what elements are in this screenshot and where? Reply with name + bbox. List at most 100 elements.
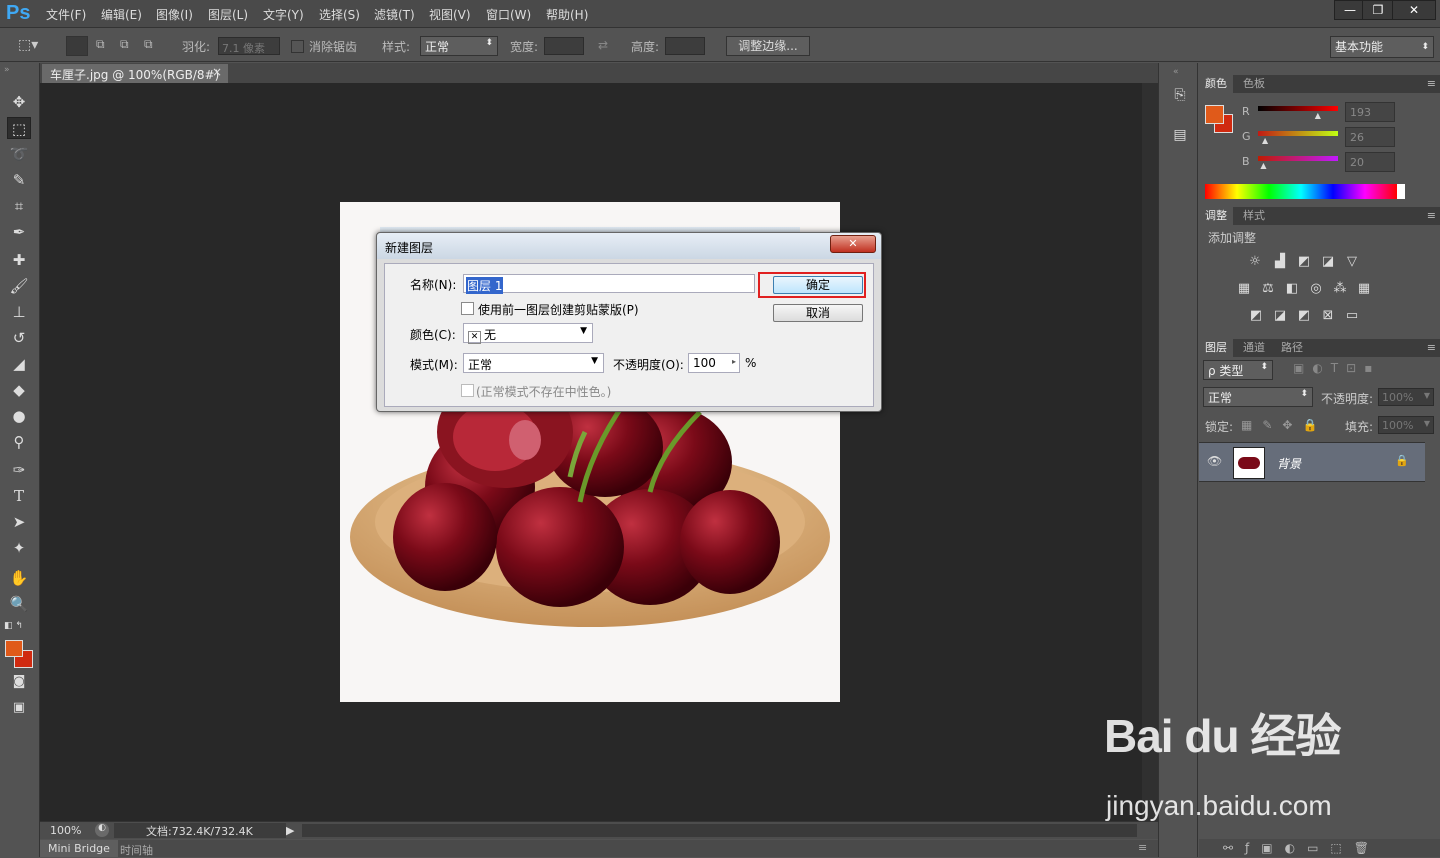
eraser-tool-icon[interactable]: ◢ [7, 353, 31, 375]
mode-select[interactable]: 正常 ▼ [463, 353, 604, 373]
menu-file[interactable]: 文件(F) [46, 6, 86, 23]
g-value-input[interactable]: 26 [1345, 127, 1395, 147]
restore-button[interactable]: ❐ [1362, 0, 1394, 20]
brush-tool-icon[interactable]: 🖌 [7, 275, 31, 297]
status-menu-icon[interactable]: ▶ [286, 824, 294, 837]
layer-kind-filter[interactable]: ρ 类型 ⬍ [1203, 360, 1273, 380]
brightness-icon[interactable]: ☼ [1246, 253, 1264, 271]
menu-select[interactable]: 选择(S) [319, 6, 360, 23]
blur-tool-icon[interactable]: ● [7, 405, 31, 427]
layer-row-background[interactable]: 👁 背景 🔒 [1199, 442, 1425, 482]
lock-icons[interactable]: ▦✎✥🔒 [1241, 418, 1327, 432]
history-panel-icon[interactable]: ⎘ [1169, 87, 1191, 109]
layers-bottom-toolbar[interactable]: ⚯ƒ▣◐▭⬚🗑 [1199, 839, 1440, 857]
height-input[interactable] [665, 37, 705, 55]
levels-icon[interactable]: ▟ [1271, 253, 1289, 271]
dialog-close-button[interactable]: ✕ [830, 235, 876, 253]
timeline-tab[interactable]: 时间轴 [120, 842, 153, 858]
color-balance-icon[interactable]: ⚖ [1259, 280, 1277, 298]
clip-mask-checkbox[interactable] [461, 302, 474, 315]
pen-tool-icon[interactable]: ✑ [7, 459, 31, 481]
gradient-map-icon[interactable]: ▭ [1343, 307, 1361, 325]
style-select[interactable]: 正常 ⬍ [420, 36, 498, 56]
stamp-tool-icon[interactable]: ⊥ [7, 301, 31, 323]
hue-saturation-icon[interactable]: ▦ [1235, 280, 1253, 298]
blend-mode-select[interactable]: 正常 ⬍ [1203, 387, 1313, 407]
cancel-button[interactable]: 取消 [773, 304, 863, 322]
exposure-icon[interactable]: ◪ [1319, 253, 1337, 271]
tab-adjustments[interactable]: 调整 [1199, 207, 1233, 225]
width-input[interactable] [544, 37, 584, 55]
menu-filter[interactable]: 滤镜(T) [374, 6, 415, 23]
path-select-icon[interactable]: ➤ [7, 511, 31, 533]
curves-icon[interactable]: ◩ [1295, 253, 1313, 271]
add-selection-icon[interactable]: ⧉ [96, 37, 105, 52]
type-tool-icon[interactable]: T [7, 485, 31, 507]
g-slider-thumb[interactable]: ▲ [1262, 136, 1268, 145]
horizontal-scrollbar[interactable] [302, 824, 1137, 837]
default-colors-icon[interactable]: ◧ ↰ [4, 621, 23, 631]
b-slider[interactable] [1258, 156, 1338, 161]
r-value-input[interactable]: 193 [1345, 102, 1395, 122]
quick-mask-icon[interactable]: ◙ [7, 671, 31, 693]
marquee-preset-icon[interactable]: ⬚▾ [18, 37, 46, 55]
photo-filter-icon[interactable]: ◎ [1307, 280, 1325, 298]
status-icon[interactable]: ◐ [95, 823, 109, 837]
g-slider[interactable] [1258, 131, 1338, 136]
vibrance-icon[interactable]: ▽ [1343, 253, 1361, 271]
menu-layer[interactable]: 图层(L) [208, 6, 248, 23]
color-panel-menu-icon[interactable]: ≡ [1427, 77, 1436, 90]
tab-swatches[interactable]: 色板 [1237, 75, 1271, 93]
color-select[interactable]: ✕ 无 ▼ [463, 323, 593, 344]
channel-mixer-icon[interactable]: ⁂ [1331, 280, 1349, 298]
name-input[interactable]: 图层 1 [463, 274, 755, 294]
b-value-input[interactable]: 20 [1345, 152, 1395, 172]
close-tab-icon[interactable]: × [212, 65, 222, 79]
selective-color-icon[interactable]: ⊠ [1319, 307, 1337, 325]
menu-image[interactable]: 图像(I) [156, 6, 193, 23]
mini-bridge-tab[interactable]: Mini Bridge [40, 840, 118, 857]
posterize-icon[interactable]: ◪ [1271, 307, 1289, 325]
panel-menu-icon[interactable]: ≡ [1138, 841, 1147, 854]
shape-tool-icon[interactable]: ✦ [7, 537, 31, 559]
color-lookup-icon[interactable]: ▦ [1355, 280, 1373, 298]
swap-icon[interactable]: ⇄ [598, 38, 608, 52]
properties-panel-icon[interactable]: ▤ [1169, 127, 1191, 149]
intersect-selection-icon[interactable]: ⧉ [144, 37, 153, 52]
canvas-area[interactable] [40, 83, 1142, 821]
layer-filter-icons[interactable]: ▣◐T⊡▪ [1293, 361, 1380, 375]
marquee-tool-icon[interactable]: ⬚ [7, 117, 31, 139]
fg-color-swatch[interactable] [1205, 105, 1224, 124]
foreground-swatch[interactable] [5, 640, 23, 657]
threshold-icon[interactable]: ◩ [1295, 307, 1313, 325]
history-brush-icon[interactable]: ↺ [7, 327, 31, 349]
r-slider[interactable] [1258, 106, 1338, 111]
ok-button[interactable]: 确定 [773, 276, 863, 294]
adjust-panel-menu-icon[interactable]: ≡ [1427, 209, 1436, 222]
dodge-tool-icon[interactable]: ⚲ [7, 431, 31, 453]
quick-select-tool-icon[interactable]: ✎ [7, 169, 31, 191]
hand-tool-icon[interactable]: ✋ [7, 567, 31, 589]
menu-edit[interactable]: 编辑(E) [101, 6, 142, 23]
screen-mode-icon[interactable]: ▣ [7, 697, 31, 719]
layer-name[interactable]: 背景 [1277, 455, 1301, 472]
move-tool-icon[interactable]: ✥ [7, 91, 31, 113]
dialog-opacity-input[interactable]: 100 ▸ [688, 353, 740, 373]
antialias-checkbox[interactable] [291, 40, 304, 53]
layer-opacity-input[interactable]: 100% ▼ [1378, 388, 1434, 406]
tab-channels[interactable]: 通道 [1237, 339, 1271, 357]
tab-paths[interactable]: 路径 [1275, 339, 1309, 357]
invert-icon[interactable]: ◩ [1247, 307, 1265, 325]
workspace-select[interactable]: 基本功能 ⬍ [1330, 36, 1434, 58]
tab-color[interactable]: 颜色 [1199, 75, 1233, 93]
fill-input[interactable]: 100% ▼ [1378, 416, 1434, 434]
crop-tool-icon[interactable]: ⌗ [7, 195, 31, 217]
menu-type[interactable]: 文字(Y) [263, 6, 304, 23]
eyedropper-tool-icon[interactable]: ✒ [7, 221, 31, 243]
b-slider-thumb[interactable]: ▲ [1260, 161, 1266, 170]
visibility-eye-icon[interactable]: 👁 [1207, 454, 1222, 468]
healing-tool-icon[interactable]: ✚ [7, 249, 31, 271]
paint-bucket-icon[interactable]: ◆ [7, 379, 31, 401]
menu-help[interactable]: 帮助(H) [546, 6, 588, 23]
new-selection-icon[interactable] [66, 36, 88, 56]
